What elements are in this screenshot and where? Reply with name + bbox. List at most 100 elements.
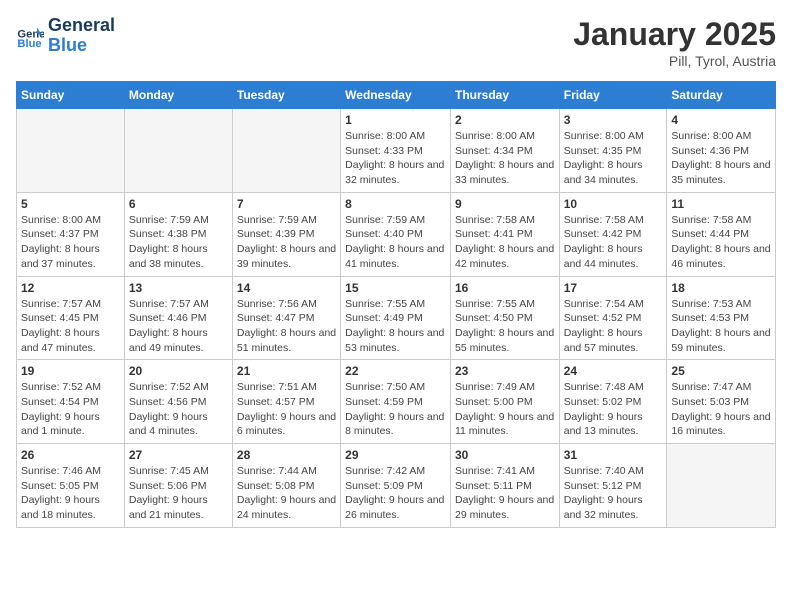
weekday-header-wednesday: Wednesday bbox=[341, 82, 451, 109]
calendar-table: SundayMondayTuesdayWednesdayThursdayFrid… bbox=[16, 81, 776, 528]
calendar-cell bbox=[124, 109, 232, 193]
day-number: 15 bbox=[345, 281, 446, 295]
calendar-header-row: SundayMondayTuesdayWednesdayThursdayFrid… bbox=[17, 82, 776, 109]
day-number: 18 bbox=[671, 281, 771, 295]
day-info: Sunrise: 7:49 AM Sunset: 5:00 PM Dayligh… bbox=[455, 380, 555, 439]
calendar-cell: 2Sunrise: 8:00 AM Sunset: 4:34 PM Daylig… bbox=[450, 109, 559, 193]
calendar-cell: 26Sunrise: 7:46 AM Sunset: 5:05 PM Dayli… bbox=[17, 444, 125, 528]
weekday-header-sunday: Sunday bbox=[17, 82, 125, 109]
day-number: 14 bbox=[237, 281, 336, 295]
day-info: Sunrise: 8:00 AM Sunset: 4:35 PM Dayligh… bbox=[564, 129, 663, 188]
logo: General Blue GeneralBlue bbox=[16, 16, 115, 56]
calendar-cell: 31 Sunrise: 7:40 AM Sunset: 5:12 PM Dayli… bbox=[559, 444, 667, 528]
calendar-cell: 28 Sunrise: 7:44 AM Sunset: 5:08 PM Dayli… bbox=[232, 444, 340, 528]
day-info: Sunrise: 8:00 AM Sunset: 4:33 PM Dayligh… bbox=[345, 129, 446, 188]
day-number: 13 bbox=[129, 281, 228, 295]
calendar-cell: 30 Sunrise: 7:41 AM Sunset: 5:11 PM Dayli… bbox=[450, 444, 559, 528]
day-number: 8 bbox=[345, 197, 446, 211]
day-info: Sunrise: 7:53 AM Sunset: 4:53 PM Dayligh… bbox=[671, 297, 771, 356]
day-info: Sunrise: 7:40 AM Sunset: 5:12 PM Dayligh… bbox=[564, 464, 663, 523]
calendar-cell: 12 Sunrise: 7:57 AM Sunset: 4:45 PM Dayli… bbox=[17, 276, 125, 360]
day-info: Sunrise: 7:58 AM Sunset: 4:42 PM Dayligh… bbox=[564, 213, 663, 272]
calendar-cell bbox=[232, 109, 340, 193]
location-subtitle: Pill, Tyrol, Austria bbox=[573, 53, 776, 69]
calendar-cell: 14 Sunrise: 7:56 AM Sunset: 4:47 PM Dayli… bbox=[232, 276, 340, 360]
day-number: 28 bbox=[237, 448, 336, 462]
day-number: 19 bbox=[21, 364, 120, 378]
calendar-body: 1Sunrise: 8:00 AM Sunset: 4:33 PM Daylig… bbox=[17, 109, 776, 528]
calendar-week-4: 19Sunrise: 7:52 AM Sunset: 4:54 PM Dayli… bbox=[17, 360, 776, 444]
day-info: Sunrise: 7:58 AM Sunset: 4:41 PM Dayligh… bbox=[455, 213, 555, 272]
day-number: 11 bbox=[671, 197, 771, 211]
day-number: 2 bbox=[455, 113, 555, 127]
day-number: 10 bbox=[564, 197, 663, 211]
calendar-cell: 13 Sunrise: 7:57 AM Sunset: 4:46 PM Dayli… bbox=[124, 276, 232, 360]
day-number: 16 bbox=[455, 281, 555, 295]
calendar-week-5: 26Sunrise: 7:46 AM Sunset: 5:05 PM Dayli… bbox=[17, 444, 776, 528]
day-info: Sunrise: 7:57 AM Sunset: 4:46 PM Dayligh… bbox=[129, 297, 228, 356]
weekday-header-tuesday: Tuesday bbox=[232, 82, 340, 109]
day-info: Sunrise: 7:48 AM Sunset: 5:02 PM Dayligh… bbox=[564, 380, 663, 439]
calendar-cell: 3Sunrise: 8:00 AM Sunset: 4:35 PM Daylig… bbox=[559, 109, 667, 193]
logo-text: GeneralBlue bbox=[48, 16, 115, 56]
day-number: 30 bbox=[455, 448, 555, 462]
day-info: Sunrise: 7:52 AM Sunset: 4:56 PM Dayligh… bbox=[129, 380, 228, 439]
calendar-cell: 23 Sunrise: 7:49 AM Sunset: 5:00 PM Dayli… bbox=[450, 360, 559, 444]
day-number: 25 bbox=[671, 364, 771, 378]
calendar-cell: 18 Sunrise: 7:53 AM Sunset: 4:53 PM Dayli… bbox=[667, 276, 776, 360]
calendar-cell: 25 Sunrise: 7:47 AM Sunset: 5:03 PM Dayli… bbox=[667, 360, 776, 444]
day-info: Sunrise: 7:41 AM Sunset: 5:11 PM Dayligh… bbox=[455, 464, 555, 523]
day-info: Sunrise: 8:00 AM Sunset: 4:37 PM Dayligh… bbox=[21, 213, 120, 272]
calendar-cell: 27 Sunrise: 7:45 AM Sunset: 5:06 PM Dayli… bbox=[124, 444, 232, 528]
calendar-cell: 8Sunrise: 7:59 AM Sunset: 4:40 PM Daylig… bbox=[341, 192, 451, 276]
weekday-header-monday: Monday bbox=[124, 82, 232, 109]
weekday-header-friday: Friday bbox=[559, 82, 667, 109]
day-number: 23 bbox=[455, 364, 555, 378]
weekday-header-saturday: Saturday bbox=[667, 82, 776, 109]
calendar-cell: 22 Sunrise: 7:50 AM Sunset: 4:59 PM Dayli… bbox=[341, 360, 451, 444]
calendar-cell: 15 Sunrise: 7:55 AM Sunset: 4:49 PM Dayli… bbox=[341, 276, 451, 360]
svg-text:Blue: Blue bbox=[17, 38, 41, 50]
calendar-week-2: 5 Sunrise: 8:00 AM Sunset: 4:37 PM Daylig… bbox=[17, 192, 776, 276]
day-info: Sunrise: 7:56 AM Sunset: 4:47 PM Dayligh… bbox=[237, 297, 336, 356]
calendar-week-1: 1Sunrise: 8:00 AM Sunset: 4:33 PM Daylig… bbox=[17, 109, 776, 193]
calendar-cell: 29 Sunrise: 7:42 AM Sunset: 5:09 PM Dayli… bbox=[341, 444, 451, 528]
day-number: 31 bbox=[564, 448, 663, 462]
calendar-cell: 19Sunrise: 7:52 AM Sunset: 4:54 PM Dayli… bbox=[17, 360, 125, 444]
day-number: 27 bbox=[129, 448, 228, 462]
day-info: Sunrise: 7:44 AM Sunset: 5:08 PM Dayligh… bbox=[237, 464, 336, 523]
day-number: 5 bbox=[21, 197, 120, 211]
calendar-cell: 24 Sunrise: 7:48 AM Sunset: 5:02 PM Dayli… bbox=[559, 360, 667, 444]
day-info: Sunrise: 8:00 AM Sunset: 4:36 PM Dayligh… bbox=[671, 129, 771, 188]
day-info: Sunrise: 7:47 AM Sunset: 5:03 PM Dayligh… bbox=[671, 380, 771, 439]
day-number: 24 bbox=[564, 364, 663, 378]
month-title: January 2025 bbox=[573, 16, 776, 53]
day-number: 29 bbox=[345, 448, 446, 462]
calendar-cell: 11 Sunrise: 7:58 AM Sunset: 4:44 PM Dayli… bbox=[667, 192, 776, 276]
day-number: 26 bbox=[21, 448, 120, 462]
page-header: General Blue GeneralBlue January 2025 Pi… bbox=[16, 16, 776, 69]
calendar-cell: 9Sunrise: 7:58 AM Sunset: 4:41 PM Daylig… bbox=[450, 192, 559, 276]
calendar-cell: 6Sunrise: 7:59 AM Sunset: 4:38 PM Daylig… bbox=[124, 192, 232, 276]
day-info: Sunrise: 7:45 AM Sunset: 5:06 PM Dayligh… bbox=[129, 464, 228, 523]
day-info: Sunrise: 7:58 AM Sunset: 4:44 PM Dayligh… bbox=[671, 213, 771, 272]
day-info: Sunrise: 7:57 AM Sunset: 4:45 PM Dayligh… bbox=[21, 297, 120, 356]
day-info: Sunrise: 7:42 AM Sunset: 5:09 PM Dayligh… bbox=[345, 464, 446, 523]
day-info: Sunrise: 7:55 AM Sunset: 4:49 PM Dayligh… bbox=[345, 297, 446, 356]
day-number: 20 bbox=[129, 364, 228, 378]
day-info: Sunrise: 7:59 AM Sunset: 4:39 PM Dayligh… bbox=[237, 213, 336, 272]
calendar-cell: 10 Sunrise: 7:58 AM Sunset: 4:42 PM Dayli… bbox=[559, 192, 667, 276]
weekday-header-thursday: Thursday bbox=[450, 82, 559, 109]
day-number: 12 bbox=[21, 281, 120, 295]
calendar-cell bbox=[17, 109, 125, 193]
calendar-cell: 1Sunrise: 8:00 AM Sunset: 4:33 PM Daylig… bbox=[341, 109, 451, 193]
day-number: 17 bbox=[564, 281, 663, 295]
day-info: Sunrise: 7:50 AM Sunset: 4:59 PM Dayligh… bbox=[345, 380, 446, 439]
calendar-cell: 20 Sunrise: 7:52 AM Sunset: 4:56 PM Dayli… bbox=[124, 360, 232, 444]
day-info: Sunrise: 7:54 AM Sunset: 4:52 PM Dayligh… bbox=[564, 297, 663, 356]
calendar-cell: 4 Sunrise: 8:00 AM Sunset: 4:36 PM Daylig… bbox=[667, 109, 776, 193]
calendar-cell: 7Sunrise: 7:59 AM Sunset: 4:39 PM Daylig… bbox=[232, 192, 340, 276]
day-info: Sunrise: 7:59 AM Sunset: 4:38 PM Dayligh… bbox=[129, 213, 228, 272]
day-number: 22 bbox=[345, 364, 446, 378]
day-number: 4 bbox=[671, 113, 771, 127]
